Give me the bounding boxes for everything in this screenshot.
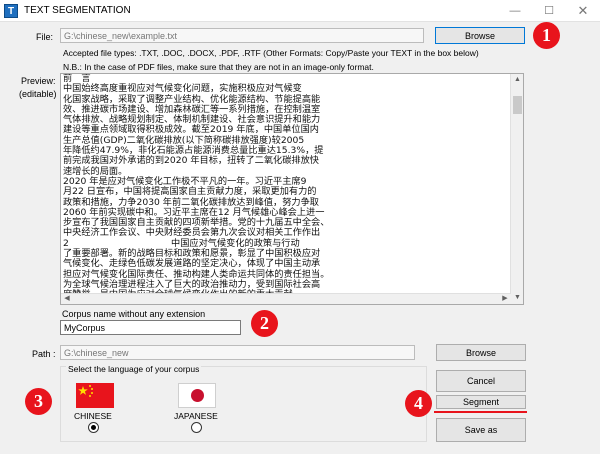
language-group <box>60 366 427 442</box>
scroll-down-arrow-icon[interactable]: ▼ <box>511 292 523 304</box>
corpus-name-label: Corpus name without any extension <box>62 309 206 319</box>
path-browse-button[interactable]: Browse <box>436 344 526 361</box>
scroll-right-arrow-icon[interactable]: ▶ <box>499 294 511 304</box>
badge-2: 2 <box>251 310 278 337</box>
path-field[interactable]: G:\chinese_new <box>60 345 415 360</box>
save-as-button[interactable]: Save as <box>436 418 526 442</box>
app-icon: T <box>4 4 18 18</box>
title-bar: T TEXT SEGMENTATION — ☐ ✕ <box>0 0 600 22</box>
scroll-left-arrow-icon[interactable]: ◀ <box>61 294 73 304</box>
language-group-title: Select the language of your corpus <box>66 364 202 374</box>
chinese-label: CHINESE <box>74 411 112 421</box>
preview-vertical-scrollbar[interactable]: ▲ ▼ <box>510 74 523 304</box>
preview-label: Preview: <box>21 76 56 86</box>
scroll-up-arrow-icon[interactable]: ▲ <box>511 74 523 86</box>
segment-highlight-underline <box>434 411 527 413</box>
file-path-field[interactable]: G:\chinese_new\example.txt <box>60 28 424 43</box>
accepted-file-types-note: Accepted file types: .TXT, .DOC, .DOCX, … <box>63 48 479 58</box>
preview-textarea[interactable]: 前 言中国始终高度重视应对气候变化问题，实施积极应对气候变 化国家战略，采取了调整… <box>60 73 524 305</box>
china-flag-icon <box>76 383 114 408</box>
japanese-radio[interactable] <box>191 422 202 433</box>
badge-4: 4 <box>405 390 432 417</box>
corpus-name-input[interactable] <box>60 320 241 335</box>
cancel-button[interactable]: Cancel <box>436 370 526 392</box>
segment-button[interactable]: Segment <box>436 395 526 409</box>
preview-line: 前完成我国对外承诺的到2020 年目标，扭转了二氧化碳排放快 <box>63 155 319 167</box>
window-title: TEXT SEGMENTATION <box>24 5 131 16</box>
badge-3: 3 <box>25 388 52 415</box>
scroll-thumb[interactable] <box>513 96 522 114</box>
preview-horizontal-scrollbar[interactable]: ◀ ▶ <box>61 293 511 304</box>
chinese-radio[interactable] <box>88 422 99 433</box>
minimize-button[interactable]: — <box>500 2 530 20</box>
maximize-button[interactable]: ☐ <box>534 2 564 20</box>
file-label: File: <box>36 32 54 42</box>
badge-1: 1 <box>533 22 560 49</box>
japan-flag-icon <box>178 383 216 408</box>
file-browse-button[interactable]: Browse <box>435 27 525 44</box>
preview-text-content[interactable]: 前 言中国始终高度重视应对气候变化问题，实施积极应对气候变 化国家战略，采取了调整… <box>63 74 507 294</box>
path-label: Path : <box>32 349 56 359</box>
japanese-label: JAPANESE <box>174 411 218 421</box>
pdf-note: N.B.: In the case of PDF files, make sur… <box>63 62 374 72</box>
preview-editable-label: (editable) <box>19 89 57 99</box>
close-button[interactable]: ✕ <box>568 2 598 20</box>
